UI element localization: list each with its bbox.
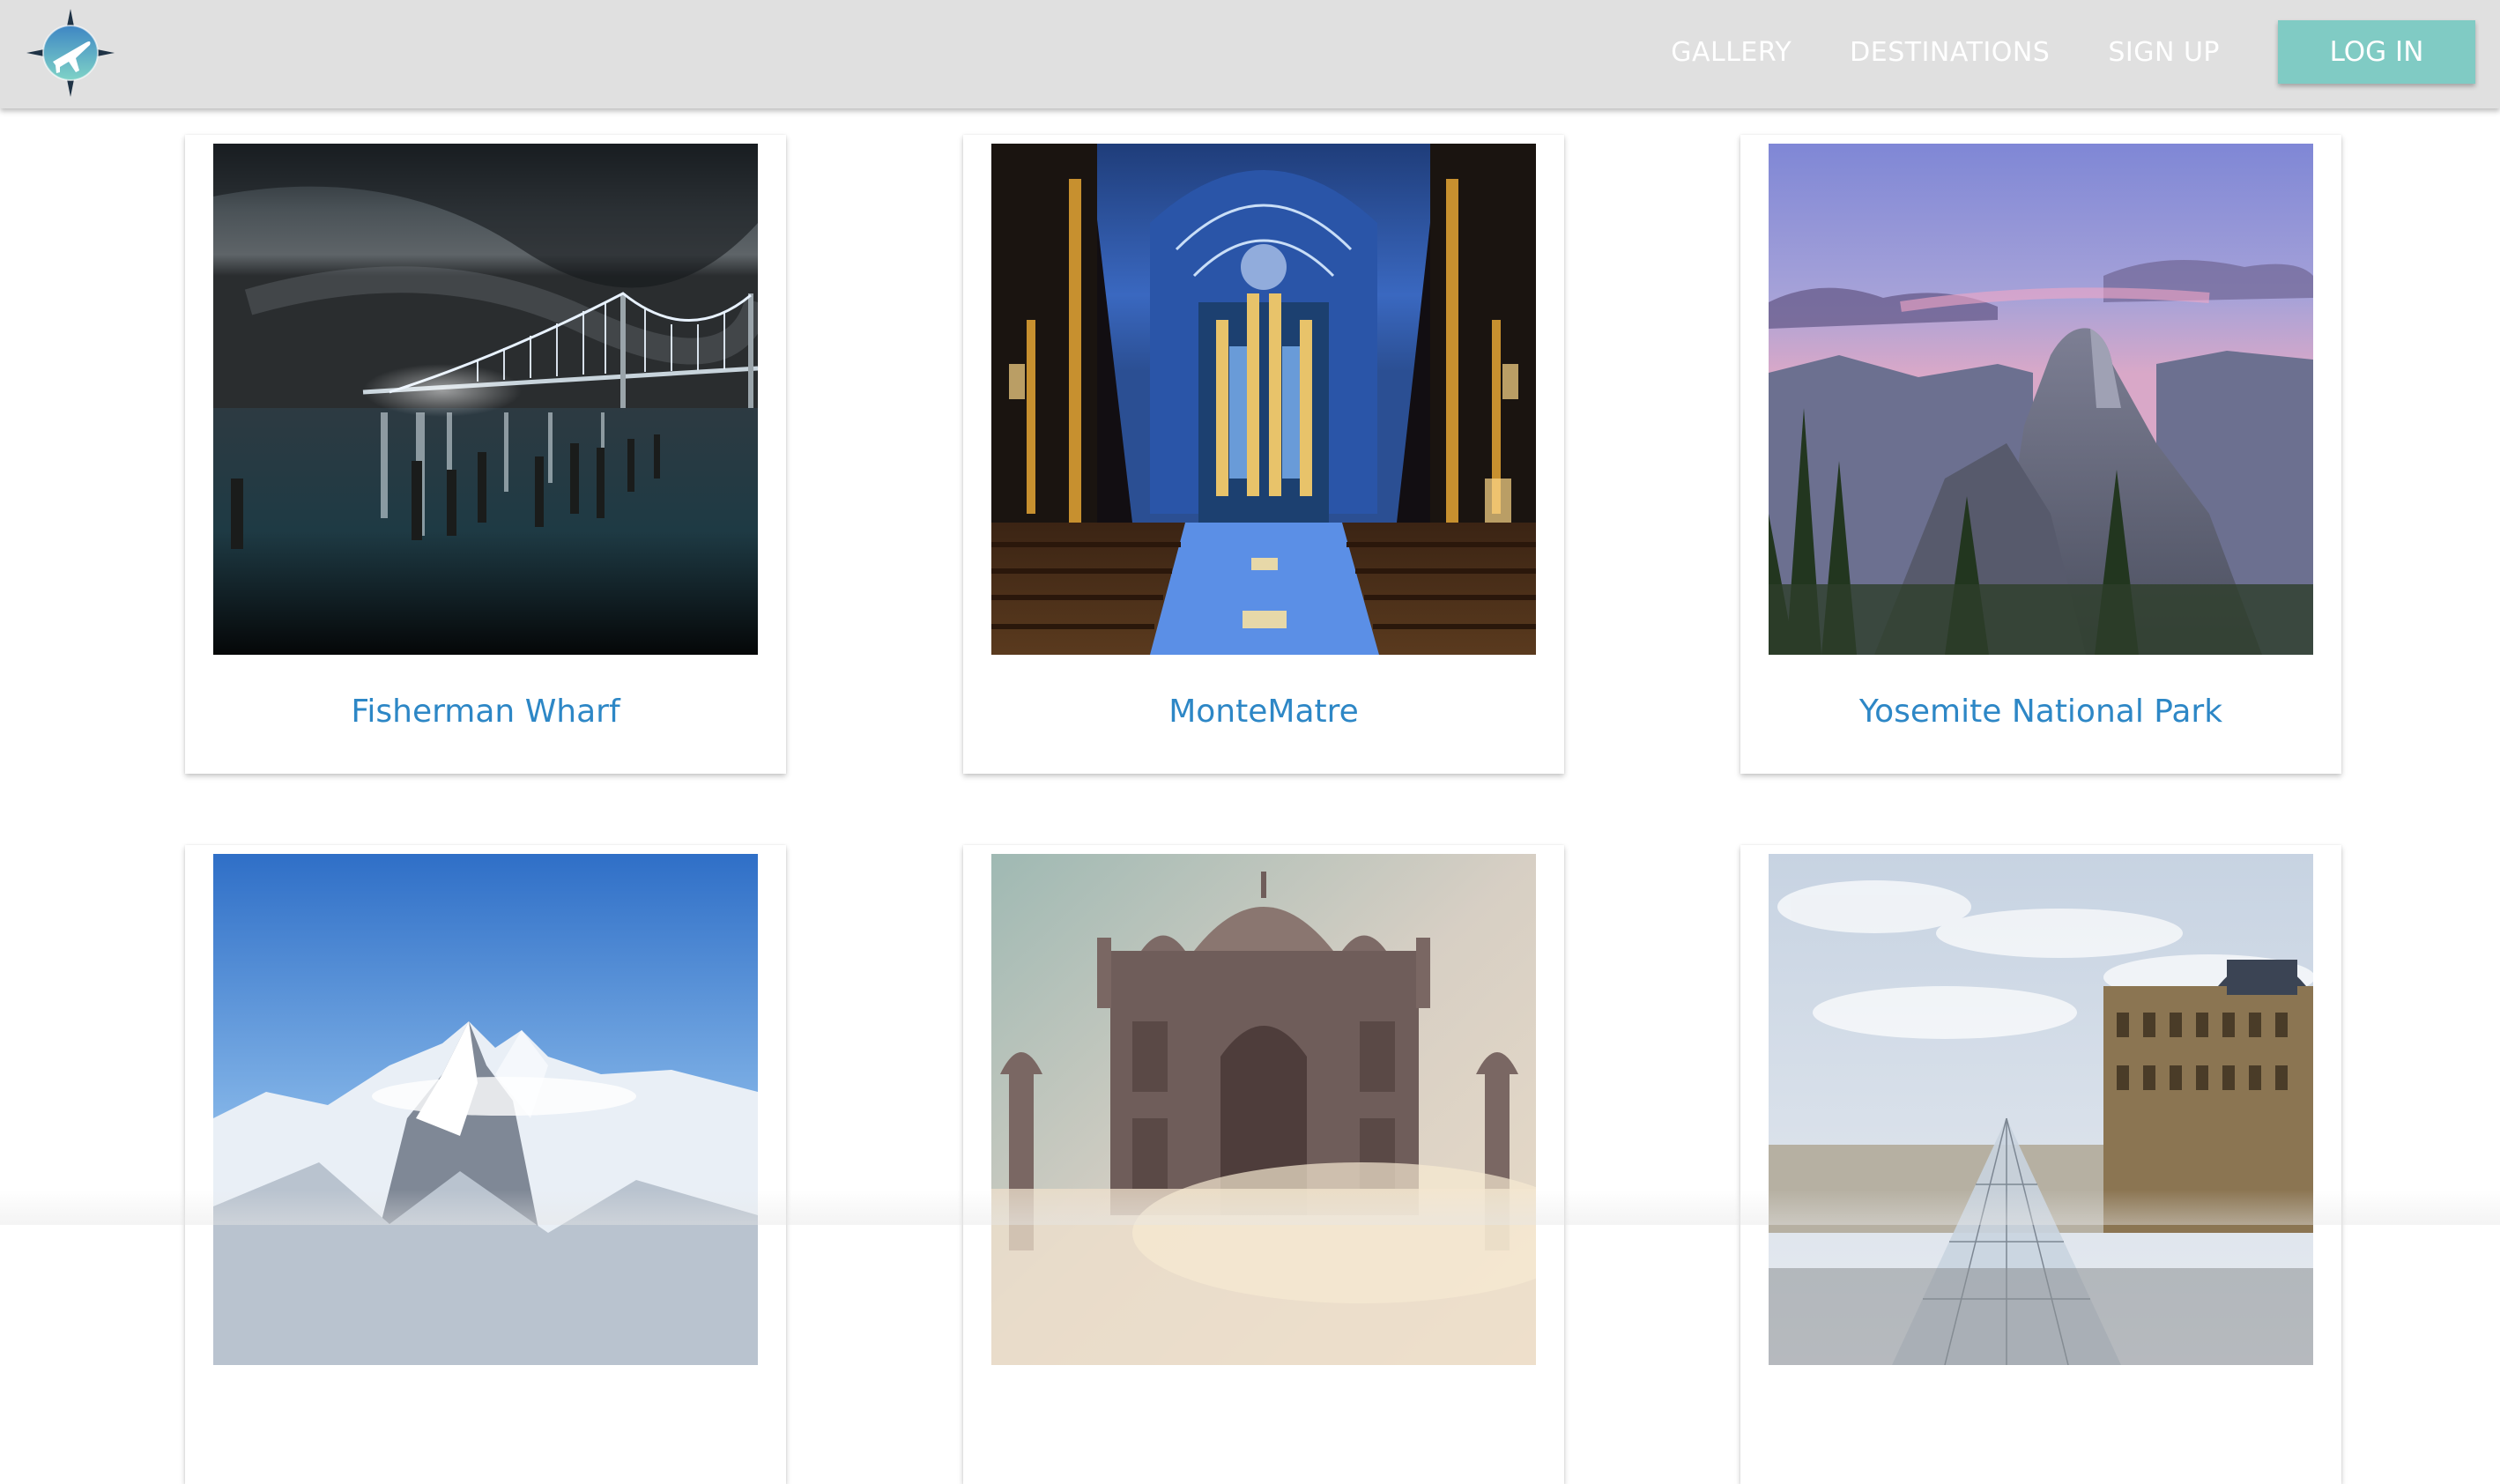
card-title[interactable]: Fisherman Wharf bbox=[185, 655, 786, 768]
nav-links: GALLERY DESTINATIONS SIGN UP LOG IN bbox=[1671, 0, 2500, 104]
gallery-card[interactable]: Yosemite National Park bbox=[1740, 135, 2341, 774]
snowy-mountains-photo[interactable] bbox=[213, 854, 758, 1365]
nav-signup-link[interactable]: SIGN UP bbox=[2108, 37, 2220, 68]
louvre-pyramid-photo[interactable] bbox=[1769, 854, 2313, 1365]
compass-plane-logo-icon[interactable] bbox=[25, 7, 116, 99]
nav-gallery-link[interactable]: GALLERY bbox=[1671, 37, 1792, 68]
bay-bridge-at-night-photo[interactable] bbox=[213, 144, 758, 655]
gallery-card[interactable] bbox=[1740, 845, 2341, 1484]
half-dome-photo[interactable] bbox=[1769, 144, 2313, 655]
taj-mahal-in-mist-photo[interactable] bbox=[991, 854, 1536, 1365]
nav-destinations-link[interactable]: DESTINATIONS bbox=[1850, 37, 2050, 68]
login-button[interactable]: LOG IN bbox=[2278, 20, 2475, 84]
gallery-card[interactable] bbox=[963, 845, 1564, 1484]
gallery-card[interactable]: Fisherman Wharf bbox=[185, 135, 786, 774]
cathedral-interior-photo[interactable] bbox=[991, 144, 1536, 655]
top-navbar: GALLERY DESTINATIONS SIGN UP LOG IN bbox=[0, 0, 2500, 108]
card-title[interactable]: MonteMatre bbox=[963, 655, 1564, 768]
card-title[interactable]: Yosemite National Park bbox=[1740, 655, 2341, 768]
gallery-grid: Fisherman Wharf bbox=[0, 0, 2500, 1225]
gallery-card[interactable]: MonteMatre bbox=[963, 135, 1564, 774]
gallery-card[interactable] bbox=[185, 845, 786, 1484]
